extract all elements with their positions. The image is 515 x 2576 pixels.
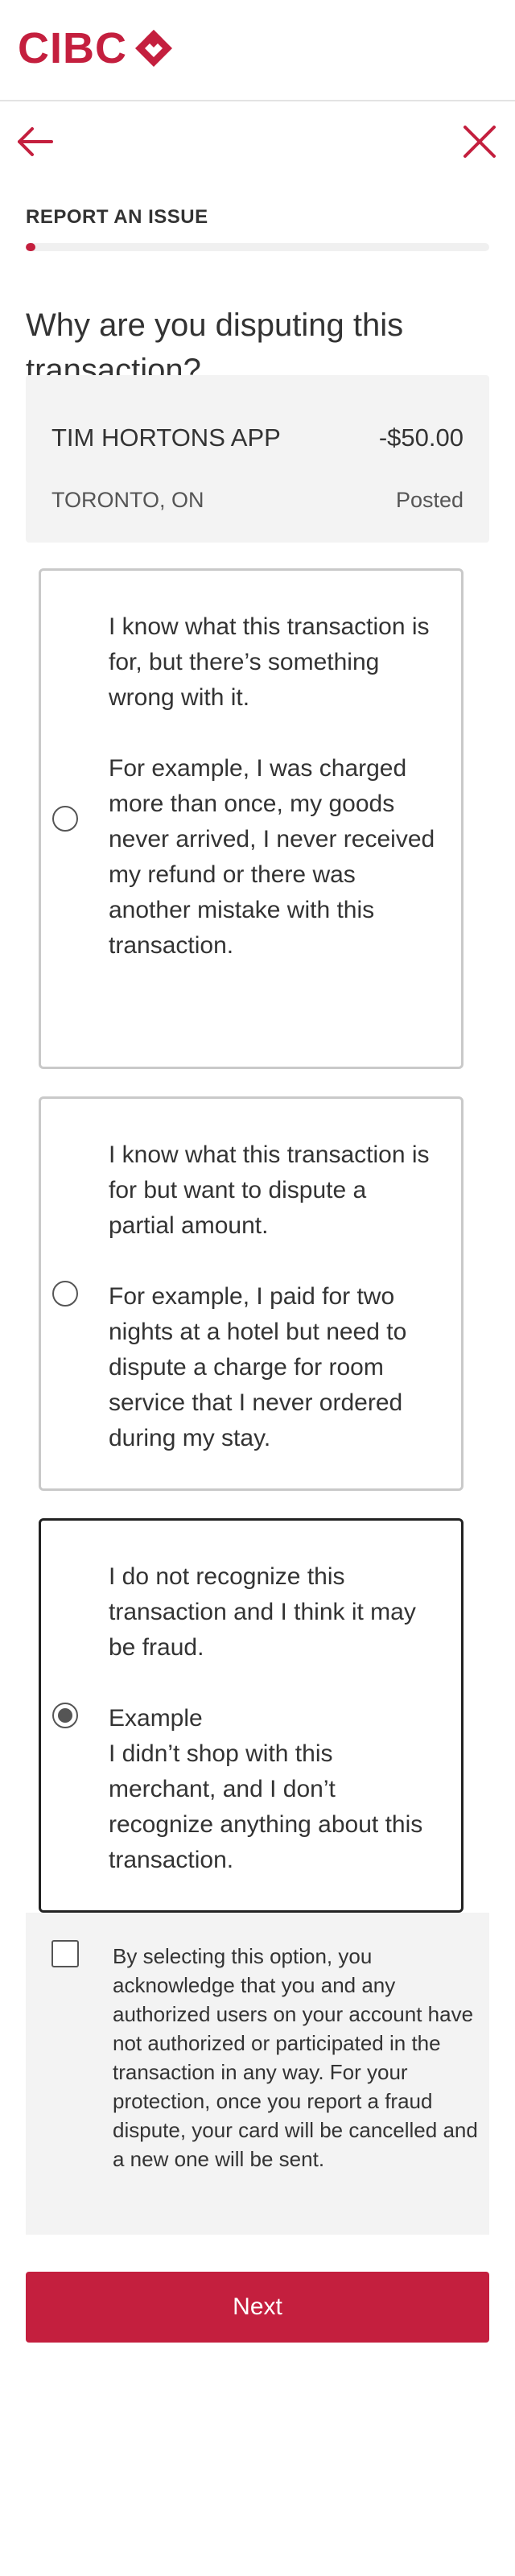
- progress-bar: [26, 243, 489, 251]
- close-button[interactable]: [462, 124, 497, 159]
- transaction-merchant: TIM HORTONS APP: [52, 423, 281, 452]
- back-button[interactable]: [16, 126, 56, 158]
- cibc-logo[interactable]: CIBC: [18, 23, 175, 74]
- logo-text: CIBC: [18, 24, 127, 72]
- next-button[interactable]: Next: [26, 2272, 489, 2343]
- option-text: I do not recognize this transaction and …: [109, 1559, 439, 1878]
- acknowledgement-checkbox[interactable]: [52, 1940, 79, 1967]
- option-detail: For example, I paid for two nights at a …: [109, 1283, 407, 1451]
- option-detail: Example I didn’t shop with this merchant…: [109, 1705, 423, 1873]
- section-label: REPORT AN ISSUE: [26, 206, 208, 228]
- transaction-amount: -$50.00: [378, 423, 464, 452]
- transaction-status: Posted: [395, 488, 464, 512]
- dispute-option-wrong-transaction[interactable]: I know what this transaction is for, but…: [39, 568, 464, 1069]
- fraud-acknowledgement: By selecting this option, you acknowledg…: [26, 1913, 489, 2235]
- option-radio[interactable]: [52, 1703, 78, 1728]
- option-detail: For example, I was charged more than onc…: [109, 755, 435, 959]
- transaction-location: TORONTO, ON: [52, 488, 204, 512]
- option-radio[interactable]: [52, 1281, 78, 1307]
- option-title: I know what this transaction is for, but…: [109, 613, 430, 711]
- option-text: I know what this transaction is for but …: [109, 1137, 439, 1456]
- option-radio[interactable]: [52, 806, 78, 832]
- dispute-option-fraud[interactable]: I do not recognize this transaction and …: [39, 1518, 464, 1913]
- progress-fill: [26, 243, 35, 251]
- option-title: I know what this transaction is for but …: [109, 1141, 430, 1239]
- transaction-summary: TIM HORTONS APP -$50.00 TORONTO, ON Post…: [26, 375, 489, 543]
- nav-bar: [0, 103, 515, 180]
- dispute-option-partial-amount[interactable]: I know what this transaction is for but …: [39, 1096, 464, 1491]
- app-header: CIBC: [0, 0, 515, 101]
- option-text: I know what this transaction is for, but…: [109, 609, 439, 964]
- acknowledgement-text: By selecting this option, you acknowledg…: [113, 1944, 478, 2171]
- option-title: I do not recognize this transaction and …: [109, 1563, 416, 1661]
- cibc-diamond-logo-icon: [135, 30, 172, 67]
- close-icon: [464, 126, 496, 158]
- arrow-left-icon: [18, 127, 53, 156]
